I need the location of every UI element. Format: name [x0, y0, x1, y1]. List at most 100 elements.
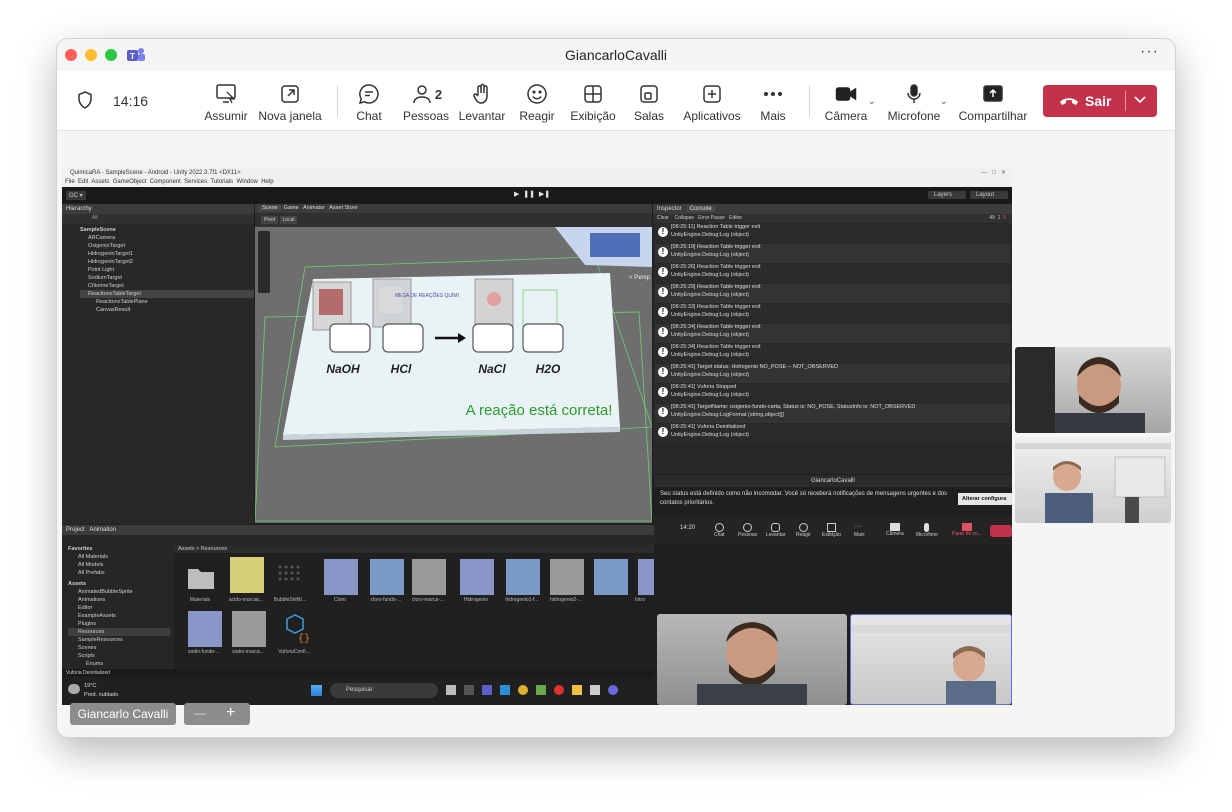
reagir-button[interactable]: Reagir — [517, 82, 557, 126]
console-entry[interactable]: ! [08:25:34] Reaction Table trigger exit U… — [655, 344, 1010, 363]
tab-animator[interactable]: Animator — [303, 205, 325, 211]
account-dropdown[interactable]: GC ▾ — [66, 191, 86, 200]
assets-folder[interactable]: AnimatedBubbleSprite — [68, 588, 170, 596]
menu-file[interactable]: File — [65, 179, 75, 185]
hierarchy-item[interactable]: ReactionsTablePlane — [80, 298, 254, 306]
assets-folder[interactable]: SampleResources — [68, 636, 170, 644]
more-options-icon[interactable]: ··· — [1140, 43, 1159, 61]
menu-edit[interactable]: Edit — [78, 179, 88, 185]
hierarchy-search[interactable]: All — [62, 214, 254, 224]
hierarchy-item-selected[interactable]: ReactionsTableTarget — [80, 290, 254, 298]
tab-animation[interactable]: Animation — [89, 527, 116, 533]
tab-console[interactable]: Console — [686, 206, 715, 212]
asset-thumbnail[interactable] — [594, 559, 628, 595]
hierarchy-tab[interactable]: Hierarchy — [62, 204, 254, 214]
assets-folder[interactable]: ExampleAssets — [68, 612, 170, 620]
assets-folder-selected[interactable]: Resources — [68, 628, 170, 636]
asset-thumbnail[interactable] — [274, 559, 308, 595]
assets-folder[interactable]: Scripts — [68, 652, 170, 660]
console-entry[interactable]: ! [08:25:34] Reaction Table trigger exit U… — [655, 324, 1010, 343]
camera-button[interactable]: Câmera — [821, 82, 871, 126]
layout-dropdown[interactable]: Layout — [970, 191, 1008, 199]
zoom-in-button[interactable]: + — [226, 704, 235, 722]
hierarchy-item[interactable]: OxigenioTarget — [80, 242, 254, 250]
assets-folder[interactable]: Scenes — [68, 644, 170, 652]
console-collapse-button[interactable]: Collapse — [675, 215, 694, 221]
console-entry[interactable]: ! [08:25:19] Reaction Table trigger exit U… — [655, 244, 1010, 263]
inner-chat-button[interactable]: Chat — [714, 523, 725, 538]
play-controls[interactable]: ▶ ❚❚ ▶❚ — [514, 190, 550, 198]
inner-leave-button[interactable] — [990, 525, 1012, 537]
participant-video-tile-1[interactable] — [1015, 347, 1171, 433]
menu-services[interactable]: Services — [184, 179, 207, 185]
taskbar-app-icons[interactable] — [446, 685, 650, 697]
asset-thumbnail[interactable] — [370, 559, 404, 595]
hierarchy-item[interactable]: SodiumTarget — [80, 274, 254, 282]
leave-options-chevron-icon[interactable] — [1133, 92, 1147, 109]
levantar-button[interactable]: Levantar — [457, 82, 507, 126]
inner-camera-button[interactable]: Câmera — [886, 523, 904, 537]
console-entry[interactable]: ! [08:25:29] Reaction Table trigger exit U… — [655, 284, 1010, 303]
console-entry[interactable]: ! [08:25:41] Target status: Hidrogenio NO… — [655, 364, 1010, 383]
mais-button[interactable]: Mais — [753, 82, 793, 126]
tab-game[interactable]: Game — [284, 205, 299, 211]
hierarchy-item[interactable]: CanvasResult — [80, 306, 254, 314]
asset-thumbnail[interactable] — [460, 559, 494, 595]
shield-icon[interactable] — [77, 91, 93, 114]
inner-mic-button[interactable]: Microfone — [916, 523, 938, 538]
console-clear-button[interactable]: Clear — [657, 215, 669, 221]
tab-project[interactable]: Project — [66, 527, 85, 533]
menu-help[interactable]: Help — [261, 179, 273, 185]
menu-tutorials[interactable]: Tutorials — [210, 179, 233, 185]
favorites-item[interactable]: All Models — [68, 561, 170, 569]
console-entry[interactable]: ! [08:25:41] TargetName: oxigenio-fundo-c… — [655, 404, 1010, 423]
assumir-button[interactable]: Assumir — [203, 82, 249, 126]
hierarchy-item[interactable]: ARCamera — [80, 234, 254, 242]
inner-stop-share-button[interactable]: Parar de co... — [952, 523, 982, 537]
local-dropdown[interactable]: Local — [279, 216, 298, 224]
assets-folder[interactable]: Editor — [68, 604, 170, 612]
assets-folder[interactable]: Enums — [68, 660, 170, 668]
compartilhar-button[interactable]: Compartilhar — [957, 82, 1029, 126]
camera-options-chevron-icon[interactable]: ⌄ — [868, 96, 876, 107]
console-error-count[interactable]: 0 — [1003, 215, 1006, 221]
hierarchy-item[interactable]: HidrogenioTarget1 — [80, 250, 254, 258]
console-entry[interactable]: ! [08:25:26] Reaction Table trigger exit U… — [655, 264, 1010, 283]
console-log-count[interactable]: 49 — [989, 215, 995, 221]
console-warn-count[interactable]: 1 — [998, 215, 1001, 221]
change-status-button[interactable]: Alterar configura — [958, 493, 1012, 505]
microphone-options-chevron-icon[interactable]: ⌄ — [940, 96, 948, 107]
asset-thumbnail[interactable] — [638, 559, 654, 595]
unity-window-controls[interactable]: — □ ✕ — [981, 168, 1006, 178]
pessoas-button[interactable]: 2 Pessoas — [401, 82, 451, 126]
shared-screen[interactable]: QuimicaRA - SampleScene - Android - Unit… — [62, 168, 1012, 705]
asset-folder-icon[interactable] — [184, 559, 218, 595]
asset-thumbnail[interactable] — [412, 559, 446, 595]
weather-icon[interactable] — [68, 684, 80, 694]
taskbar-search[interactable]: Pesquisar — [330, 683, 438, 698]
menu-component[interactable]: Component — [150, 179, 181, 185]
console-editor-dropdown[interactable]: Editor — [729, 215, 742, 221]
inner-teams-window[interactable]: GiancarloCavalli Seu status está definid… — [654, 475, 1012, 705]
asset-thumbnail[interactable] — [232, 611, 266, 647]
hierarchy-item[interactable]: SampleScene — [80, 226, 254, 234]
menu-gameobject[interactable]: GameObject — [113, 179, 147, 185]
participant-video-tile-2[interactable] — [1015, 437, 1171, 523]
console-error-pause-button[interactable]: Error Pause — [698, 215, 725, 221]
assets-folder[interactable]: Plugins — [68, 620, 170, 628]
hierarchy-item[interactable]: HidrogenioTarget2 — [80, 258, 254, 266]
asset-thumbnail[interactable] — [230, 557, 264, 593]
menu-assets[interactable]: Assets — [91, 179, 109, 185]
exibicao-button[interactable]: Exibição — [567, 82, 619, 126]
inner-view-button[interactable]: Exibição — [822, 523, 841, 538]
zoom-out-button[interactable]: — — [194, 706, 206, 720]
assets-header[interactable]: Assets — [68, 580, 170, 588]
assets-folder[interactable]: Animations — [68, 596, 170, 604]
vuforia-config-icon[interactable]: {} — [278, 611, 312, 647]
inner-people-button[interactable]: Pessoas — [738, 523, 757, 538]
aplicativos-button[interactable]: Aplicativos — [677, 82, 747, 126]
console-entry[interactable]: ! [08:25:41] Vuforia Stopped UnityEngine.D… — [655, 384, 1010, 403]
inner-react-button[interactable]: Reagir — [796, 523, 811, 538]
inner-more-button[interactable]: ··· Mais — [854, 523, 865, 538]
asset-thumbnail[interactable] — [550, 559, 584, 595]
